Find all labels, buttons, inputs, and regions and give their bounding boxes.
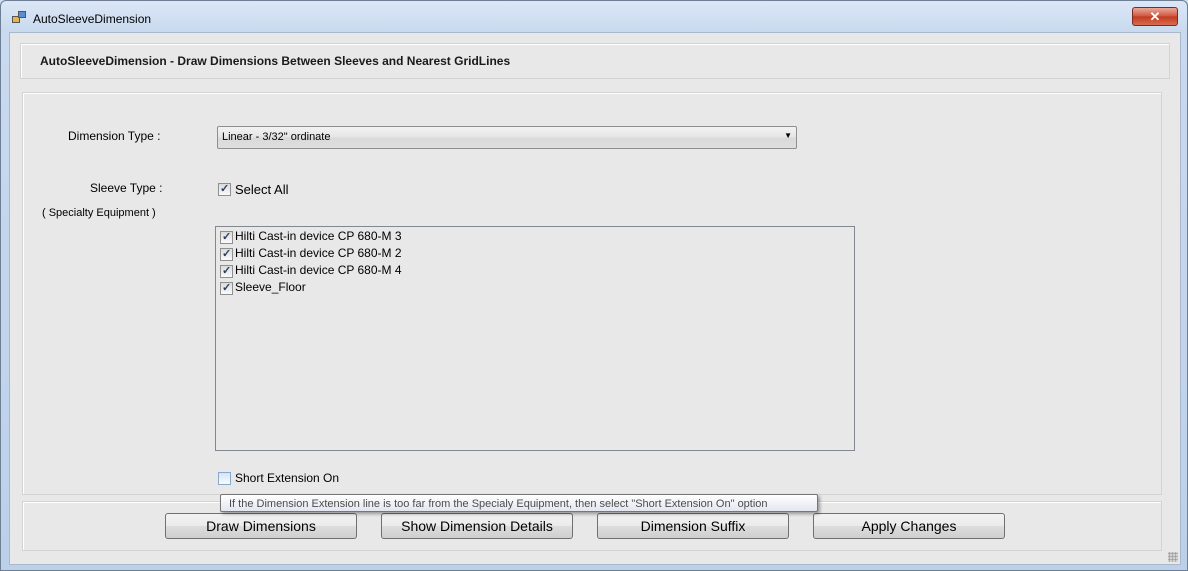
- window-title: AutoSleeveDimension: [33, 12, 152, 26]
- check-icon: ✓: [222, 231, 232, 243]
- app-window: AutoSleeveDimension ✕ AutoSleeveDimensio…: [0, 0, 1188, 571]
- resize-grip-icon[interactable]: [1168, 552, 1178, 562]
- dimension-type-value: Linear - 3/32" ordinate: [222, 131, 331, 143]
- title-bar[interactable]: AutoSleeveDimension ✕: [1, 1, 1187, 33]
- app-icon: [12, 11, 26, 23]
- item-checkbox[interactable]: ✓: [220, 248, 233, 261]
- show-dimension-details-button[interactable]: Show Dimension Details: [381, 513, 573, 539]
- dimension-suffix-button[interactable]: Dimension Suffix: [597, 513, 789, 539]
- check-icon: ✓: [222, 265, 232, 277]
- short-extension-tooltip: If the Dimension Extension line is too f…: [220, 494, 818, 512]
- header-title: AutoSleeveDimension - Draw Dimensions Be…: [40, 54, 511, 68]
- dimension-type-dropdown[interactable]: Linear - 3/32" ordinate ▼: [217, 126, 797, 149]
- check-icon: ✓: [222, 282, 232, 294]
- short-extension-checkbox[interactable]: [218, 472, 231, 485]
- item-checkbox[interactable]: ✓: [220, 265, 233, 278]
- close-button[interactable]: ✕: [1132, 7, 1178, 26]
- form-client-area: AutoSleeveDimension - Draw Dimensions Be…: [9, 32, 1181, 565]
- select-all-checkbox[interactable]: ✓: [218, 183, 231, 196]
- item-checkbox[interactable]: ✓: [220, 231, 233, 244]
- item-checkbox[interactable]: ✓: [220, 282, 233, 295]
- list-item-label: Hilti Cast-in device CP 680-M 4: [235, 263, 402, 277]
- draw-dimensions-button[interactable]: Draw Dimensions: [165, 513, 357, 539]
- select-all-label[interactable]: Select All: [235, 182, 288, 197]
- list-item-label: Hilti Cast-in device CP 680-M 2: [235, 246, 402, 260]
- list-item-label: Sleeve_Floor: [235, 280, 306, 294]
- apply-changes-button[interactable]: Apply Changes: [813, 513, 1005, 539]
- chevron-down-icon: ▼: [784, 131, 792, 140]
- header-groupbox: AutoSleeveDimension - Draw Dimensions Be…: [20, 43, 1170, 79]
- check-icon: ✓: [222, 248, 232, 260]
- check-icon: ✓: [220, 183, 230, 195]
- close-icon: ✕: [1149, 9, 1161, 24]
- specialty-equipment-label: ( Specialty Equipment ): [42, 207, 156, 219]
- dimension-type-label: Dimension Type :: [68, 129, 161, 143]
- sleeve-type-label: Sleeve Type :: [90, 181, 163, 195]
- short-extension-label[interactable]: Short Extension On: [235, 471, 339, 485]
- list-item-label: Hilti Cast-in device CP 680-M 3: [235, 229, 402, 243]
- sleeve-type-listbox[interactable]: ✓ Hilti Cast-in device CP 680-M 3 ✓ Hilt…: [215, 226, 855, 451]
